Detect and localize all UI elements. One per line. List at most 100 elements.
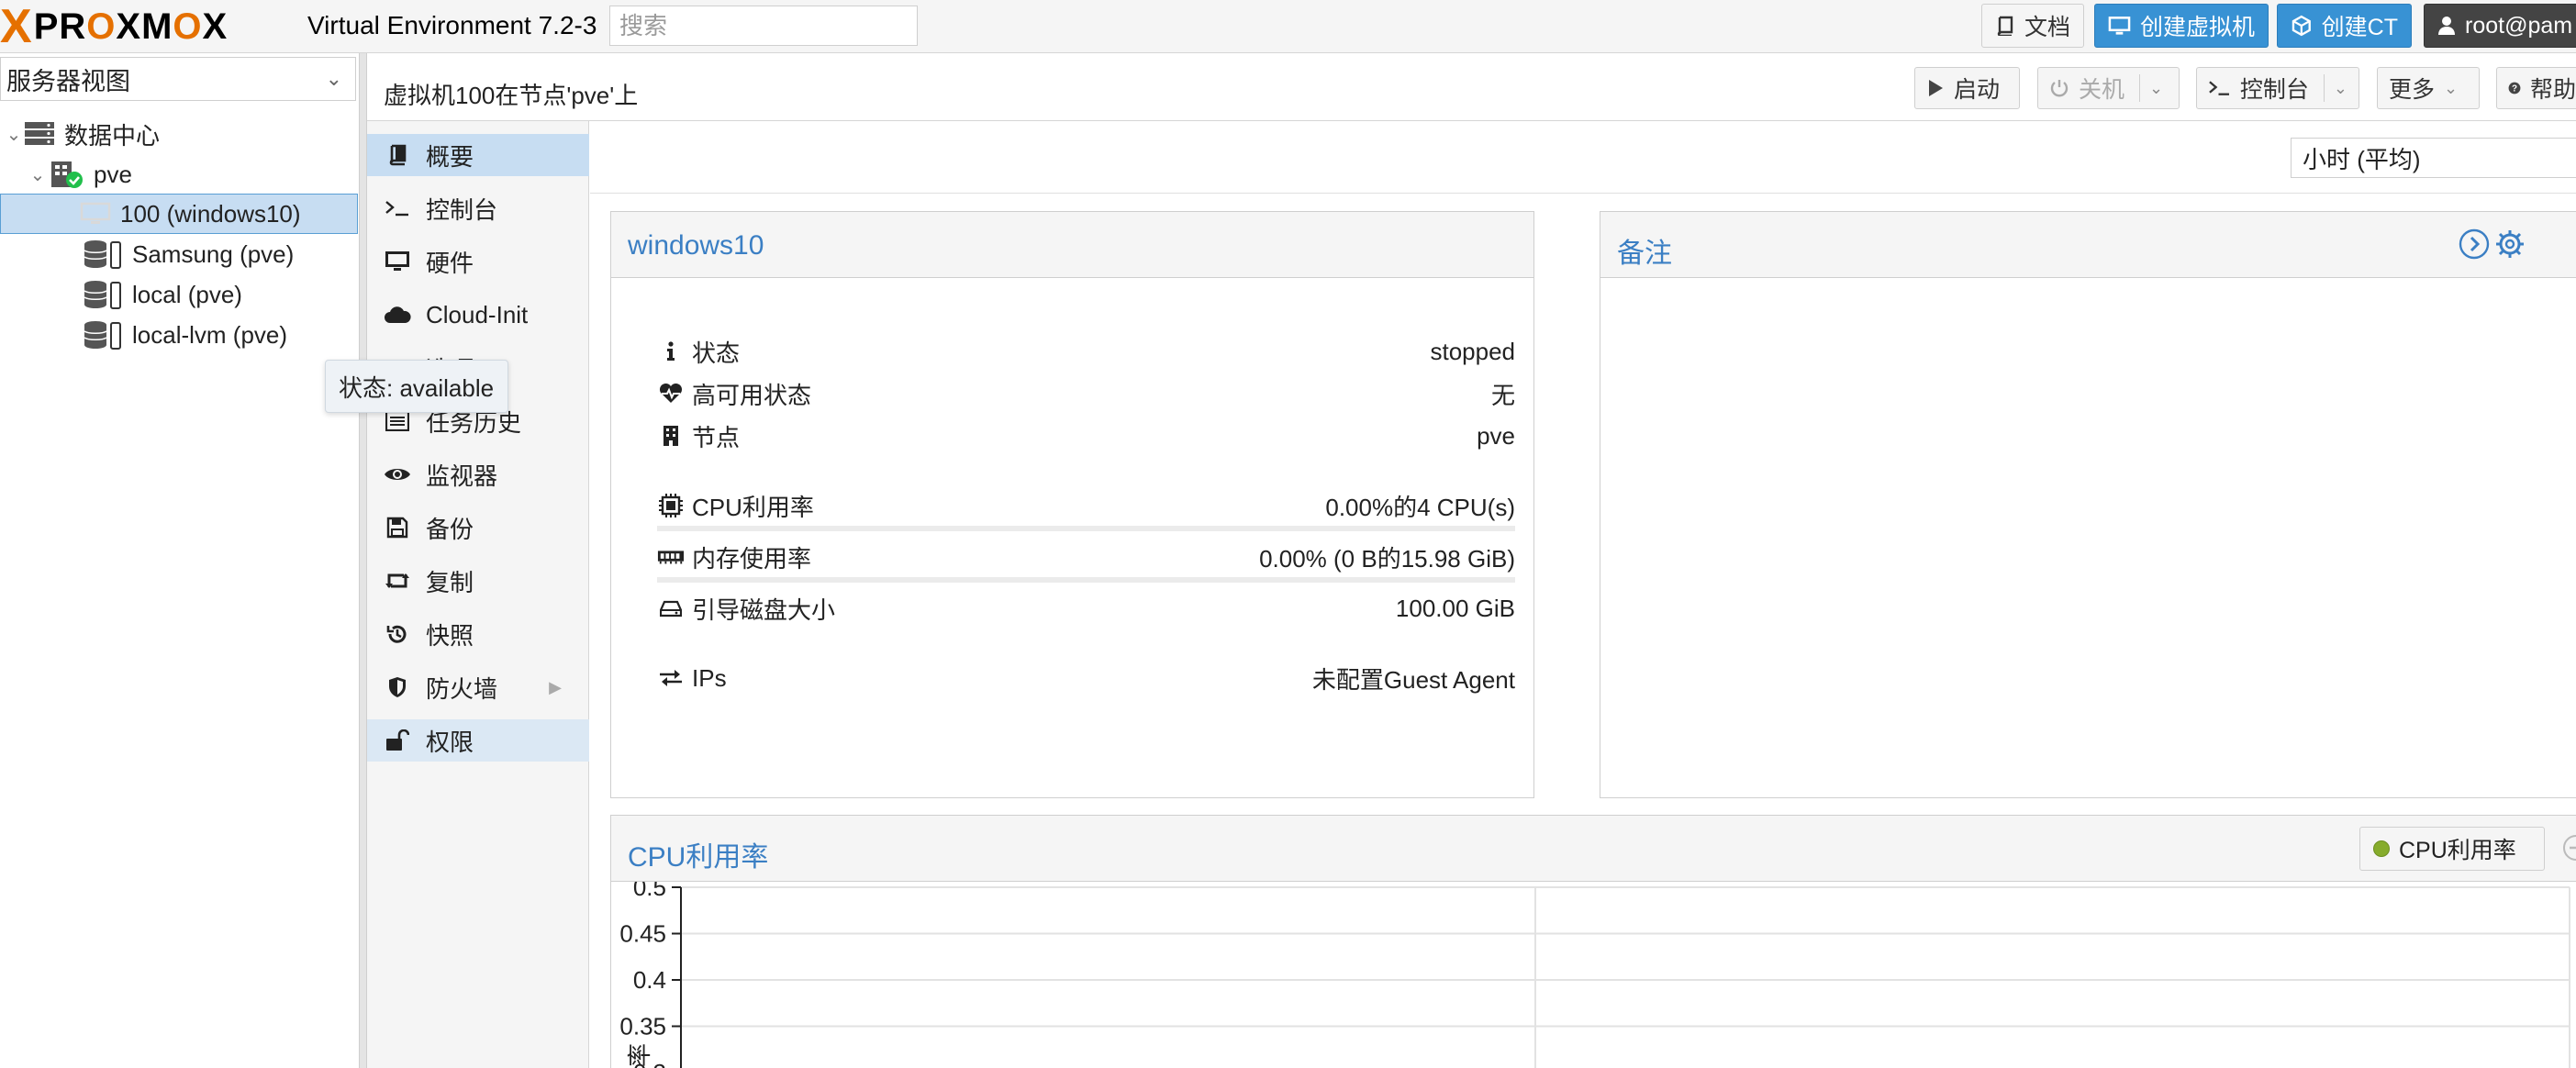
panel-title: 备注 bbox=[1617, 239, 1672, 269]
boot-disk-label: 引导磁盘大小 bbox=[692, 595, 836, 624]
nav-item-label: 硬件 bbox=[426, 249, 474, 277]
cpu-usage-row: CPU利用率 0.00%的4 CPU(s) bbox=[657, 487, 1515, 524]
nav-item-permissions[interactable]: 权限 bbox=[367, 719, 589, 762]
storage-icon bbox=[83, 319, 123, 350]
search-input[interactable] bbox=[609, 6, 918, 46]
collapse-icon[interactable] bbox=[2562, 834, 2576, 862]
cpu-usage-label: CPU利用率 bbox=[692, 493, 814, 521]
storage-icon bbox=[83, 239, 123, 270]
user-menu-button[interactable]: root@pam bbox=[2424, 4, 2576, 48]
book-icon bbox=[1997, 16, 2013, 36]
nav-item-monitor[interactable]: 监视器 bbox=[367, 453, 589, 495]
boot-disk-value: 100.00 GiB bbox=[1395, 594, 1515, 622]
tree-item-node-pve[interactable]: ⌄ pve bbox=[0, 154, 358, 195]
nav-item-replication[interactable]: 复制 bbox=[367, 560, 589, 602]
view-selector[interactable]: 服务器视图 ⌄ bbox=[0, 57, 356, 101]
tree-item-label: local (pve) bbox=[132, 280, 242, 308]
more-button[interactable]: 更多 ⌄ bbox=[2377, 67, 2480, 109]
desktop-icon bbox=[2108, 17, 2131, 35]
memory-usage-bar bbox=[657, 577, 1515, 583]
node-label: 节点 bbox=[692, 423, 741, 451]
tree-item-label: 100 (windows10) bbox=[120, 199, 301, 228]
power-icon bbox=[2050, 80, 2069, 97]
gear-icon[interactable] bbox=[2494, 228, 2526, 260]
y-axis-label: 用率 bbox=[626, 1043, 653, 1068]
start-button[interactable]: 启动 bbox=[1914, 67, 2020, 109]
nav-item-firewall[interactable]: 防火墙 ▶ bbox=[367, 666, 589, 708]
expand-chevron-icon[interactable] bbox=[2459, 228, 2490, 260]
terminal-icon bbox=[2209, 81, 2229, 95]
nav-item-label: 权限 bbox=[426, 728, 474, 756]
summary-view: 小时 (平均) windows10 状态 stopped 高可用状态 无 节点 … bbox=[590, 121, 2576, 1068]
tree-item-datacenter[interactable]: ⌄ 数据中心 bbox=[0, 114, 358, 154]
collapse-toggle-icon[interactable]: ⌄ bbox=[28, 163, 48, 186]
status-value: stopped bbox=[1430, 337, 1515, 365]
y-axis: 0.50.450.40.350.3 bbox=[619, 882, 682, 1068]
ha-status-label: 高可用状态 bbox=[692, 381, 812, 409]
docs-button[interactable]: 文档 bbox=[1981, 4, 2084, 48]
shutdown-button[interactable]: 关机 ⌄ bbox=[2037, 67, 2180, 109]
cpu-icon bbox=[657, 493, 685, 518]
shutdown-label: 关机 bbox=[2079, 77, 2125, 103]
user-icon bbox=[2438, 17, 2455, 35]
memory-usage-value: 0.00% (0 B的15.98 GiB) bbox=[1259, 544, 1515, 573]
nav-item-summary[interactable]: 概要 bbox=[367, 134, 589, 176]
help-button[interactable]: ? 帮助 bbox=[2496, 67, 2576, 109]
play-icon bbox=[1929, 80, 1943, 96]
console-label: 控制台 bbox=[2239, 77, 2309, 103]
version-label: Virtual Environment 7.2-3 bbox=[307, 11, 597, 39]
boot-disk-row: 引导磁盘大小 100.00 GiB bbox=[657, 590, 1515, 627]
notes-panel-header: 备注 bbox=[1600, 212, 2576, 278]
cpu-usage-chart: 0.50.450.40.350.3 用率 bbox=[619, 882, 2570, 1068]
collapse-toggle-icon[interactable]: ⌄ bbox=[4, 123, 24, 146]
ips-row: IPs 未配置Guest Agent bbox=[657, 660, 1515, 696]
logo-x-mark: X bbox=[0, 0, 32, 53]
tree-item-vm-100[interactable]: 100 (windows10) bbox=[0, 194, 358, 234]
storage-icon bbox=[83, 279, 123, 310]
cpu-usage-value: 0.00%的4 CPU(s) bbox=[1325, 493, 1515, 521]
cpu-legend-button[interactable]: CPU利用率 bbox=[2359, 827, 2545, 871]
tree-item-label: Samsung (pve) bbox=[132, 239, 295, 268]
y-tick-label: 0.45 bbox=[619, 920, 666, 948]
status-label: 状态 bbox=[692, 339, 741, 367]
submenu-arrow-icon: ▶ bbox=[549, 677, 562, 696]
vm-stopped-icon bbox=[80, 202, 111, 226]
status-tooltip: 状态: available bbox=[325, 360, 508, 413]
nav-item-console[interactable]: 控制台 bbox=[367, 187, 589, 229]
nav-item-label: 复制 bbox=[426, 568, 474, 596]
eye-icon bbox=[384, 465, 411, 484]
floppy-icon bbox=[384, 517, 411, 539]
nav-item-label: 备份 bbox=[426, 515, 474, 543]
timeframe-selector[interactable]: 小时 (平均) bbox=[2291, 138, 2576, 178]
nav-item-label: Cloud-Init bbox=[426, 300, 529, 328]
node-value: pve bbox=[1477, 421, 1515, 450]
ips-label: IPs bbox=[692, 663, 727, 692]
chevron-down-icon[interactable]: ⌄ bbox=[2149, 79, 2163, 98]
nav-item-snapshots[interactable]: 快照 bbox=[367, 613, 589, 655]
create-vm-button[interactable]: 创建虚拟机 bbox=[2094, 4, 2269, 48]
nav-item-backup[interactable]: 备份 bbox=[367, 506, 589, 549]
nav-item-cloud-init[interactable]: Cloud-Init bbox=[367, 294, 589, 336]
nav-item-label: 概要 bbox=[426, 142, 474, 171]
list-icon bbox=[384, 411, 411, 431]
create-ct-button[interactable]: 创建CT bbox=[2277, 4, 2412, 48]
chart-grid bbox=[681, 886, 2570, 1068]
chevron-down-icon[interactable]: ⌄ bbox=[2334, 79, 2347, 98]
nav-item-label: 控制台 bbox=[426, 195, 498, 224]
tree-item-storage-local-lvm[interactable]: local-lvm (pve) bbox=[0, 315, 358, 355]
legend-swatch bbox=[2373, 840, 2390, 857]
panel-splitter[interactable] bbox=[360, 53, 367, 1068]
content-header: 虚拟机100在节点'pve'上 启动 关机 ⌄ 控制台 ⌄ 更多 ⌄ ? 帮助 bbox=[367, 59, 2576, 121]
help-icon: ? bbox=[2508, 82, 2521, 94]
nav-item-hardware[interactable]: 硬件 bbox=[367, 240, 589, 283]
logo-wordmark: PROXMOX bbox=[33, 6, 229, 47]
info-icon bbox=[657, 341, 685, 362]
exchange-icon bbox=[657, 668, 685, 688]
console-button[interactable]: 控制台 ⌄ bbox=[2196, 67, 2359, 109]
tree-item-storage-local[interactable]: local (pve) bbox=[0, 274, 358, 315]
ha-status-row: 高可用状态 无 bbox=[657, 375, 1515, 412]
cube-icon bbox=[2292, 15, 2311, 37]
tree-item-storage-samsung[interactable]: Samsung (pve) bbox=[0, 234, 358, 274]
view-selector-value: 服务器视图 bbox=[6, 67, 130, 95]
memory-icon bbox=[657, 549, 685, 565]
